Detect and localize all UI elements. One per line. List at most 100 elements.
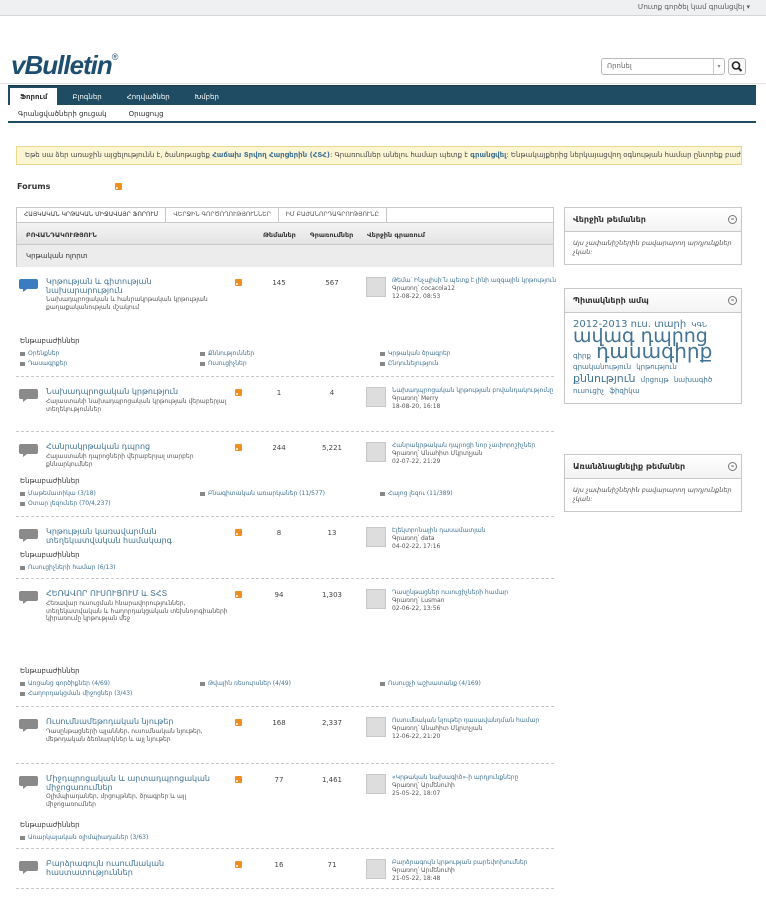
collapse-icon[interactable]: –	[728, 215, 737, 224]
avatar[interactable]	[366, 527, 386, 547]
empty-text: Այս չափանիշներին բավարարող արդյունքներ չ…	[573, 239, 732, 256]
last-post-title[interactable]: Դասընթացներ ուսուցիչների համար	[392, 589, 556, 597]
subforum-link[interactable]: Թվային ռեսուրսներ (4/49)	[200, 680, 291, 688]
subtab-members[interactable]: Գրանցվածների ցուցակ	[18, 110, 107, 118]
tab-forum[interactable]: Ֆորում	[10, 86, 58, 106]
avatar[interactable]	[366, 774, 386, 794]
forum-title[interactable]: Հանրակրթական դպրոց	[46, 442, 226, 451]
thread-count: 8	[276, 529, 282, 537]
tag-link[interactable]: կրթություն	[636, 363, 677, 371]
last-post-title[interactable]: Էլեկտրոնային դասամատյան	[392, 527, 556, 535]
rss-icon[interactable]	[235, 279, 242, 286]
last-post-author[interactable]: Գրառող՝ Անահիտ Մկրտչյան	[392, 725, 556, 733]
rss-icon[interactable]	[235, 861, 242, 868]
last-post: Դասընթացներ ուսուցիչների համար Գրառող՝ Lu…	[392, 589, 556, 613]
last-post-author[interactable]: Գրառող՝ Merry	[392, 395, 556, 403]
forum-description: Հայաստանի նախադպրոցական կրթության վերաբե…	[46, 398, 227, 413]
chevron-down-icon[interactable]: ▾	[713, 59, 724, 74]
subforum-link[interactable]: Ուսուցիչների համար (6/13)	[20, 564, 116, 572]
tab-recent-activity[interactable]: ՎԵՐՋԻՆ ԳՈՐԾՈՂՈՒԹՅՈՒՆՆԵՐ	[166, 208, 279, 222]
last-post-title[interactable]: Հանրակրթական դպրոցի նոր չափորոշիչներ	[392, 442, 556, 450]
forum-title[interactable]: Միջդպրոցական և արտադպրոցական միջոցառումն…	[46, 774, 226, 792]
subforum-link[interactable]: Ուսուցիչներ	[200, 360, 247, 368]
forum-bubble-icon[interactable]	[19, 387, 39, 403]
avatar[interactable]	[366, 442, 386, 462]
last-post-title[interactable]: «Կրթական նախագիծ»-ի արդյունքները	[392, 774, 556, 782]
forum-title[interactable]: Նախադպրոցական կրթություն	[46, 387, 226, 396]
rss-icon[interactable]	[235, 719, 242, 726]
login-link[interactable]: Մուտք գործել կամ գրանցվել ▾	[638, 3, 750, 11]
last-post: Հանրակրթական դպրոցի նոր չափորոշիչներ Գրառ…	[392, 442, 556, 466]
subforum-link[interactable]: Օրենքներ	[20, 350, 59, 358]
avatar[interactable]	[366, 717, 386, 737]
rss-icon[interactable]	[115, 183, 123, 190]
forum-row: Նախադպրոցական կրթություն Հայաստանի նախադպ…	[16, 377, 554, 432]
tag-link[interactable]: մրցույթ	[641, 376, 669, 384]
avatar[interactable]	[366, 387, 386, 407]
subforum-link[interactable]: Հաղորդակցման միջոցներ (3/43)	[20, 690, 132, 698]
forum-title[interactable]: Կրթության և գիտության նախարարություն	[46, 277, 226, 295]
subforum-link[interactable]: Առարկայական օլիմպիադաներ (3/63)	[20, 834, 148, 842]
last-post: Թեմա՝ Ինչպիսի՞ն պետք է լինի ազգային կրթո…	[392, 277, 556, 301]
tag-link[interactable]: գրականություն	[573, 363, 631, 371]
sub-tabs: Գրանցվածների ցուցակ Օրացույց	[8, 105, 756, 123]
last-post-author[interactable]: Գրառող՝ cocacola12	[392, 285, 556, 293]
collapse-icon[interactable]: –	[728, 462, 737, 471]
avatar[interactable]	[366, 859, 386, 879]
tab-forum-home[interactable]: ՀԱՅԿԱԿԱՆ ԿՐԹԱԿԱՆ ՄԻՋԱՎԱՅՐ ՖՈՐՈՒՄ	[17, 208, 167, 222]
last-post-title[interactable]: Թեմա՝ Ինչպիսի՞ն պետք է լինի ազգային կրթո…	[392, 277, 556, 285]
forum-title[interactable]: Կրթության կառավարման տեղեկատվական համակա…	[46, 527, 226, 545]
forum-title[interactable]: Ուսումնամեթոդական նյութեր	[46, 717, 226, 726]
subforum-link[interactable]: Օտար լեզուներ (70/4,237)	[20, 500, 111, 508]
last-post-title[interactable]: Նախադպրոցական կրթության բովանդակությունը	[392, 387, 556, 395]
avatar[interactable]	[366, 277, 386, 297]
tag-link[interactable]: դասագիրք	[596, 339, 712, 363]
subforum-link[interactable]: Ուսուցչի աշխատանք (4/169)	[380, 680, 481, 688]
subforum-link[interactable]: Բնագիտական առարկաներ (11/577)	[200, 490, 325, 498]
rss-icon[interactable]	[235, 529, 242, 536]
subforum-link[interactable]: Քննություններ	[200, 350, 254, 358]
subforum-link[interactable]: Դասագրքեր	[20, 360, 67, 368]
forum-bubble-icon[interactable]	[19, 859, 39, 875]
tag-link[interactable]: ֆիզիկա	[609, 387, 639, 395]
last-post-title[interactable]: Բարձրագույն կրթության բարեփոխումներ	[392, 859, 556, 867]
last-post-author[interactable]: Գրառող՝ Lusman	[392, 597, 556, 605]
last-post-author[interactable]: Գրառող՝ Անահիտ Մկրտչյան	[392, 450, 556, 458]
forum-bubble-icon[interactable]	[19, 277, 39, 293]
forum-bubble-icon[interactable]	[19, 527, 39, 543]
category-header[interactable]: Կրթական ոլորտ	[16, 245, 554, 267]
subtab-calendar[interactable]: Օրացույց	[129, 110, 164, 118]
rss-icon[interactable]	[235, 389, 242, 396]
rss-icon[interactable]	[235, 444, 242, 451]
tab-subscriptions[interactable]: ԻՄ ԲԱԺԱՆՈՐԴԱԳՐՈՒԹՅՈՒՆԸ	[279, 208, 387, 222]
search-button[interactable]	[728, 58, 746, 75]
faq-link[interactable]: Հաճախ Տրվող Հարցերին (ՀՏՀ)	[212, 151, 330, 159]
subforum-link[interactable]: Մաթեմատիկա (3/18)	[20, 490, 96, 498]
forum-bubble-icon[interactable]	[19, 589, 39, 605]
tag-link[interactable]: նախագիծ	[674, 376, 712, 384]
avatar[interactable]	[366, 589, 386, 609]
register-link[interactable]: գրանցվել	[470, 151, 506, 159]
last-post-author[interactable]: Գրառող՝ Արմենուհի	[392, 782, 556, 790]
rss-icon[interactable]	[235, 776, 242, 783]
vbulletin-logo[interactable]: vBulletin®	[11, 50, 118, 81]
collapse-icon[interactable]: –	[728, 296, 737, 305]
forum-bubble-icon[interactable]	[19, 774, 39, 790]
subforum-link[interactable]: Կրթական ծրագրեր	[380, 350, 451, 358]
last-post-author[interactable]: Գրառող՝ data	[392, 535, 556, 543]
subforum-link[interactable]: Հայոց լեզու (11/389)	[380, 490, 453, 498]
search-input[interactable]: Որոնել ▾	[601, 58, 725, 75]
tag-link[interactable]: քննություն	[573, 372, 636, 385]
tab-groups[interactable]: Խմբեր	[185, 88, 229, 107]
last-post-title[interactable]: Ուսումնական նյութեր դասավանդման համար	[392, 717, 556, 725]
last-post-author[interactable]: Գրառող՝ Արմենուհի	[392, 867, 556, 875]
rss-icon[interactable]	[235, 591, 242, 598]
forum-title[interactable]: ՀԵՌԱՎՈՐ ՈՒՍՈՒՑՈՒՄ և ՏՀՏ	[46, 589, 226, 598]
forum-title[interactable]: Բարձրագույն ուսումնական հաստատություններ	[46, 859, 226, 877]
tag-link[interactable]: գիրք	[573, 352, 591, 360]
forum-bubble-icon[interactable]	[19, 717, 39, 733]
tag-link[interactable]: ուսուցիչ	[573, 387, 604, 395]
subforum-link[interactable]: Ընդունելություն	[380, 360, 439, 368]
forum-bubble-icon[interactable]	[19, 442, 39, 458]
subforum-link[interactable]: Առցանց գործիքներ (4/69)	[20, 680, 110, 688]
